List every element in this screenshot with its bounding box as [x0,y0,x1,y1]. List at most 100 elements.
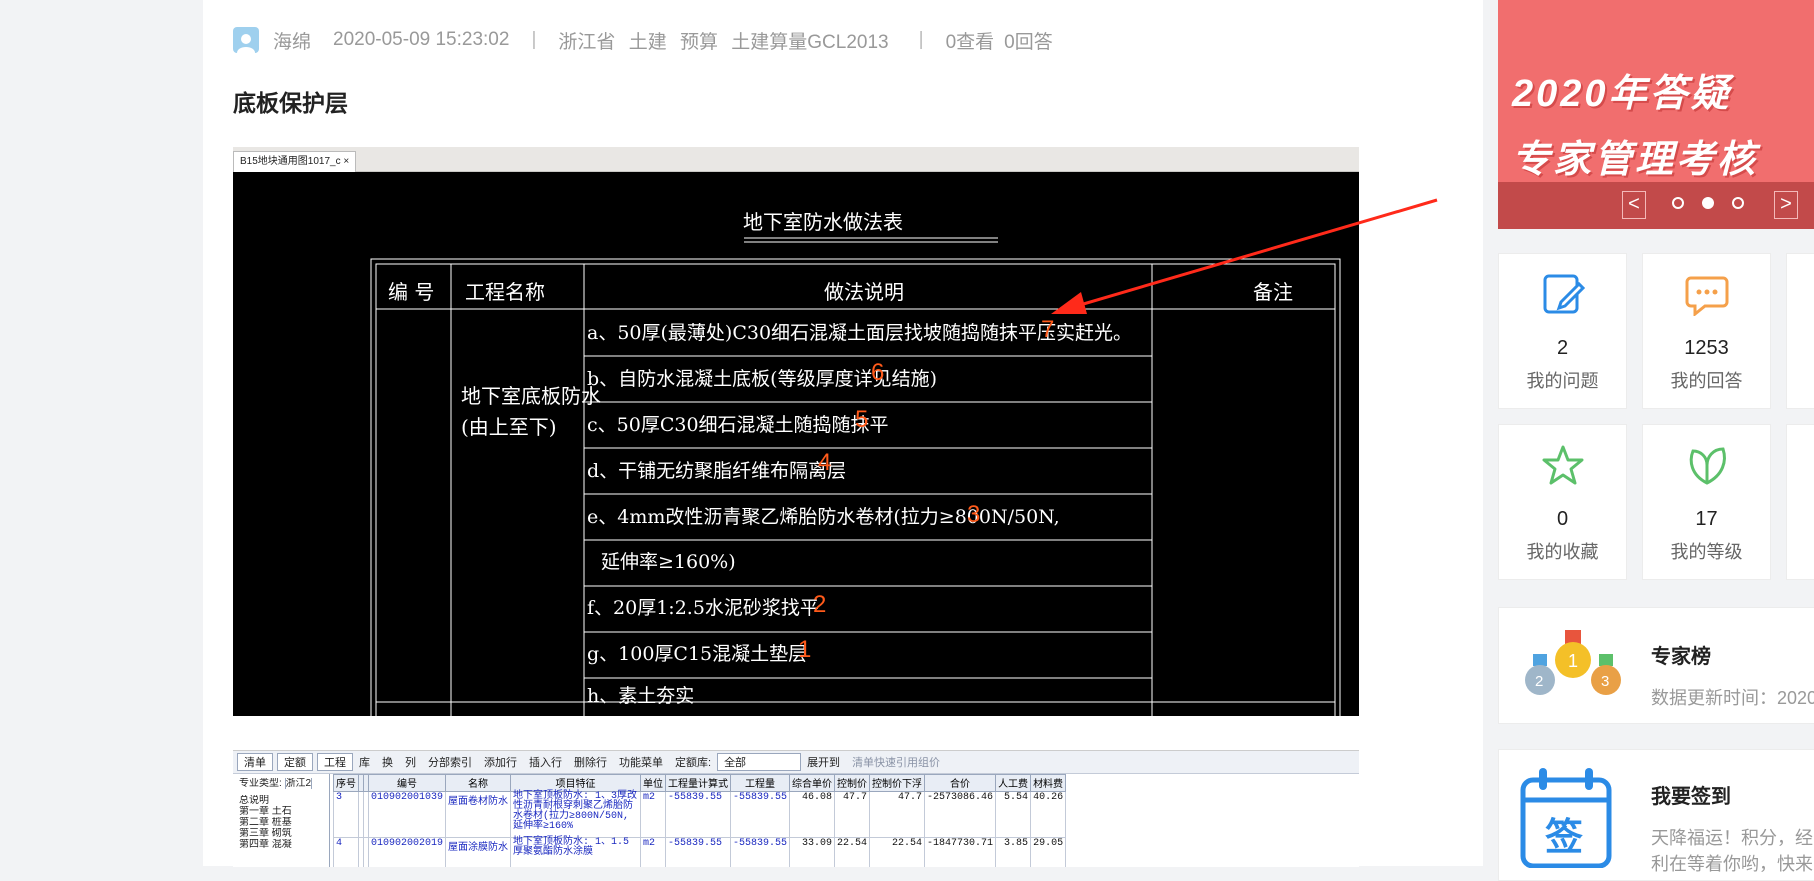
tree-item[interactable]: 第一章 土石 [233,806,329,817]
col-material[interactable]: 材料费 [1030,774,1067,792]
cell-code[interactable]: 010902001039 [367,791,447,838]
cell-ctrl[interactable]: 22.54 [834,837,871,867]
tree-type-value[interactable]: 浙江2 [284,778,313,789]
toolbar-lib-select[interactable]: 全部 [717,753,802,771]
cell-total[interactable]: -1847730.71 [924,837,997,867]
table-row[interactable]: 3 010902001039 屋面卷材防水 地下室顶板防水: 1、3厚改性沥青耐… [333,791,1067,838]
signin-card[interactable]: 签 我要签到 天降福运！积分，经 利在等着你哟，快来 [1498,749,1814,881]
tag[interactable]: 土建 [629,32,667,53]
carousel-dot[interactable] [1732,197,1744,209]
chevron-right-icon[interactable]: > [1774,191,1798,219]
annotation-arrow [1051,198,1438,314]
col-total[interactable]: 合价 [924,774,997,792]
tab-project[interactable]: 工程 [317,753,353,771]
cad-header-no: 编 号 [388,280,434,304]
col-price[interactable]: 综合单价 [789,774,836,792]
post-author[interactable]: 海绵 [273,27,311,54]
cell-material[interactable]: 40.26 [1030,791,1067,838]
signin-title[interactable]: 我要签到 [1651,780,1731,809]
tab-bill[interactable]: 清单 [237,753,273,771]
col-formula[interactable]: 工程量计算式 [665,774,732,792]
toolbar-column[interactable]: 列 [399,754,422,770]
toolbar-delete-row[interactable]: 删除行 [568,754,613,770]
toolbar-insert-row[interactable]: 插入行 [523,754,568,770]
cell-feature[interactable]: 地下室顶板防水: 1、3厚改性沥青耐根穿刺聚乙烯胎防水卷材(拉力≥800N/50… [510,791,642,838]
tree-item[interactable]: 第三章 砌筑 [233,828,329,839]
toolbar-lib[interactable]: 库 [353,754,376,770]
cell-material[interactable]: 29.05 [1030,837,1067,867]
tag[interactable]: 浙江省 [558,32,615,53]
signin-desc: 利在等着你哟，快来 [1651,854,1813,874]
cell-qty[interactable]: -55839.55 [730,837,791,867]
col-code[interactable]: 编号 [367,774,447,792]
cell-name[interactable]: 屋面涂膜防水 [445,837,512,867]
cell-labor[interactable]: 5.54 [995,791,1032,838]
cell-formula[interactable]: -55839.55 [665,837,732,867]
experts-title[interactable]: 专家榜 [1651,640,1711,669]
cell-name[interactable]: 屋面卷材防水 [445,791,512,838]
tree-item[interactable]: 总说明 [233,795,329,806]
star-icon [1542,445,1584,485]
cad-tabbar: B15地块通用图1017_c × [233,147,1359,172]
chevron-left-icon[interactable]: < [1622,191,1646,219]
cell-total[interactable]: -2573086.46 [924,791,997,838]
cad-project-order: (由上至下) [461,415,557,439]
col-name[interactable]: 名称 [445,774,512,792]
tree-item[interactable]: 第四章 混凝 [233,839,329,850]
table-header-row: 序号 编号 名称 项目特征 单位 工程量计算式 工程量 综合单价 控制价 控制价… [333,774,1067,792]
toolbar-add-row[interactable]: 添加行 [478,754,523,770]
col-qty[interactable]: 工程量 [730,774,791,792]
cell-ctrl-down[interactable]: 47.7 [869,791,926,838]
card-my-answers[interactable]: 1253 我的回答 [1642,253,1771,409]
software-screenshot[interactable]: 清单 定额 工程 库 换 列 分部索引 添加行 插入行 删除行 功能菜单 定额库… [233,750,1359,867]
promo-banner[interactable]: 2020年答疑 专家管理考核 < > [1498,0,1814,229]
cell-formula[interactable]: -55839.55 [665,791,732,838]
cell-ctrl-down[interactable]: 22.54 [869,837,926,867]
cell-seq[interactable]: 3 [333,791,359,838]
close-icon[interactable]: × [343,156,349,167]
annotation-number: 4 [818,449,831,476]
toolbar-replace[interactable]: 换 [376,754,399,770]
cell-price[interactable]: 33.09 [789,837,836,867]
avatar[interactable] [233,27,259,53]
card-my-level[interactable]: 17 我的等级 [1642,424,1771,580]
tag[interactable]: 预算 [680,32,718,53]
cell-ctrl[interactable]: 47.7 [834,791,871,838]
tag[interactable]: 土建算量GCL2013 [731,32,888,53]
toolbar-quick-ref[interactable]: 清单快速引用组价 [846,754,946,770]
cell-unit[interactable]: m2 [640,791,667,838]
tab-quota[interactable]: 定额 [277,753,313,771]
toolbar-expand[interactable]: 展开到 [801,754,846,770]
col-labor[interactable]: 人工费 [995,774,1032,792]
post-datetime: 2020-05-09 15:23:02 [333,29,510,50]
cell-code[interactable]: 010902002019 [367,837,447,867]
cell-labor[interactable]: 3.85 [995,837,1032,867]
card-partial[interactable] [1786,253,1814,409]
cad-file-tab[interactable]: B15地块通用图1017_c × [233,151,357,172]
tree-item[interactable]: 第二章 桩基 [233,817,329,828]
card-my-favorites[interactable]: 0 我的收藏 [1498,424,1627,580]
expert-ranking-card[interactable]: 1 2 3 专家榜 数据更新时间：2020 [1498,607,1814,724]
carousel-dot-active[interactable] [1702,197,1714,209]
cell-qty[interactable]: -55839.55 [730,791,791,838]
cell-seq[interactable]: 4 [333,837,359,867]
toolbar-index[interactable]: 分部索引 [422,754,478,770]
cell-price[interactable]: 46.08 [789,791,836,838]
toolbar-menu[interactable]: 功能菜单 [613,754,669,770]
table-row[interactable]: 4 010902002019 屋面涂膜防水 地下室顶板防水: 1、1.5厚聚氨酯… [333,837,1067,867]
edit-icon [1543,274,1585,314]
cell-feature[interactable]: 地下室顶板防水: 1、1.5厚聚氨酯防水涂膜 [510,837,642,867]
col-seq[interactable]: 序号 [333,774,359,792]
col-feature[interactable]: 项目特征 [510,774,642,792]
cell-unit[interactable]: m2 [640,837,667,867]
answer-count: 0回答 [1004,31,1053,53]
col-unit[interactable]: 单位 [640,774,667,792]
cad-file-tab-label: B15地块通用图1017_c [240,156,341,167]
card-partial[interactable] [1786,424,1814,580]
col-ctrl[interactable]: 控制价 [834,774,871,792]
annotation-number: 6 [871,359,884,386]
card-label: 我的问题 [1526,371,1599,391]
carousel-dot[interactable] [1672,197,1684,209]
card-my-questions[interactable]: 2 我的问题 [1498,253,1627,409]
col-ctrl-down[interactable]: 控制价下浮 [869,774,926,792]
